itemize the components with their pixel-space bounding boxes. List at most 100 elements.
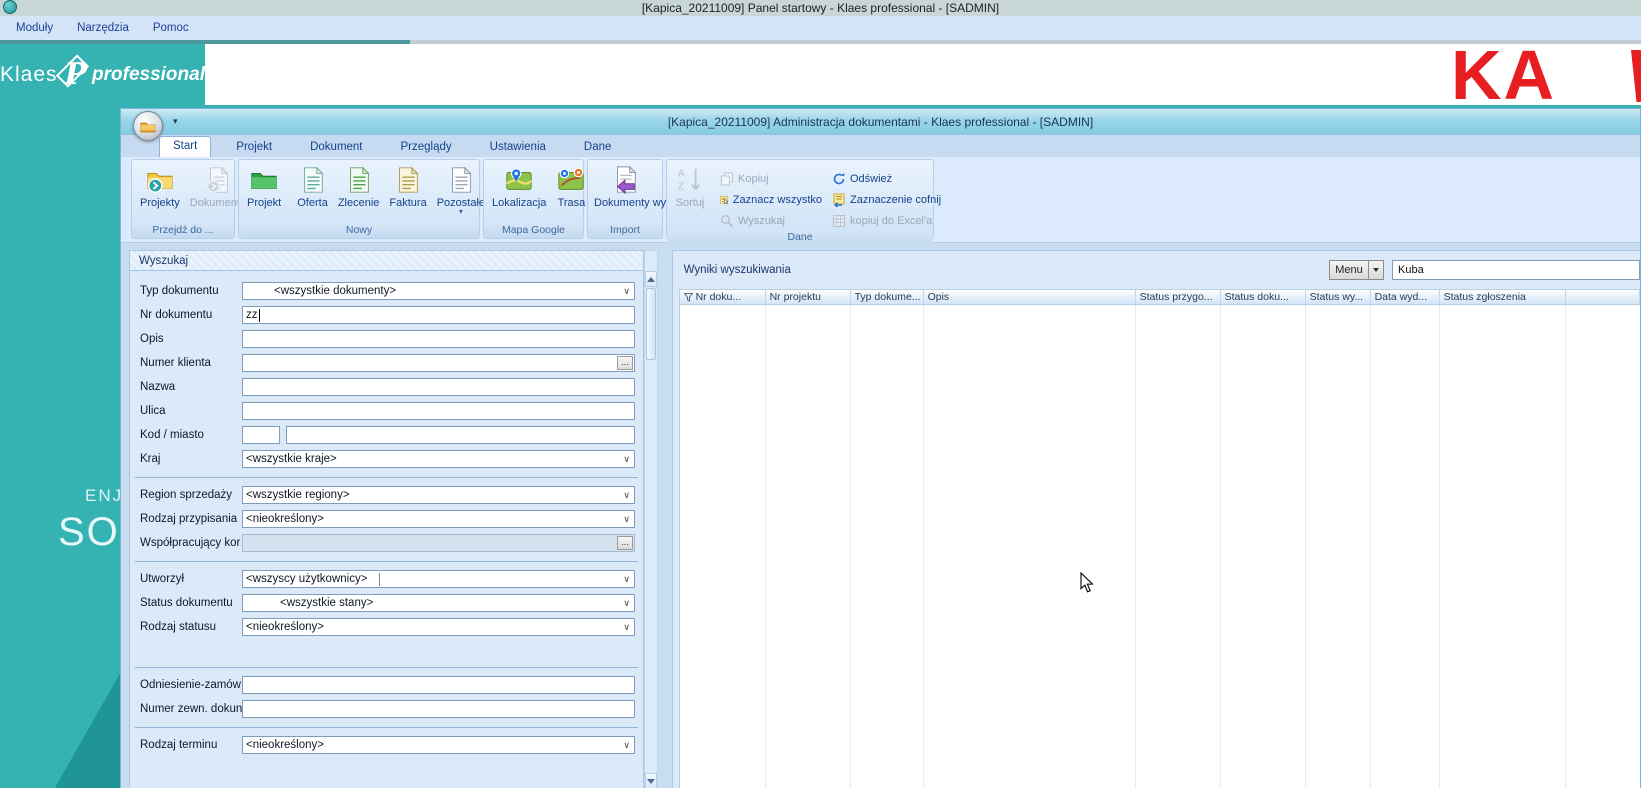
group-label-nowy: Nowy bbox=[239, 224, 479, 238]
doc-window-body: Wyszukaj Typ dokumentu <wszystkie dokume… bbox=[121, 244, 1640, 788]
trasa-button[interactable]: Trasa bbox=[551, 163, 591, 209]
svg-text:A: A bbox=[678, 168, 685, 179]
column-header-status-przygotowania[interactable]: Status przygo... bbox=[1136, 290, 1221, 304]
application-orb-button[interactable] bbox=[133, 111, 163, 141]
folder-new-icon bbox=[249, 165, 279, 195]
field-rodzaj-przypisania: Rodzaj przypisania <nieokreślony> ∨ bbox=[130, 507, 643, 531]
rodzaj-terminu-select[interactable]: <nieokreślony> ∨ bbox=[242, 736, 635, 754]
results-grid-body[interactable] bbox=[680, 305, 1640, 788]
document-icon bbox=[203, 165, 233, 195]
column-header-nr-dokumentu[interactable]: Nr doku... bbox=[680, 290, 766, 304]
column-header-data-wydania[interactable]: Data wyd... bbox=[1371, 290, 1440, 304]
tab-projekt[interactable]: Projekt bbox=[223, 138, 285, 157]
numer-klienta-input[interactable]: ... bbox=[242, 354, 635, 372]
field-wspolpracujacy: Współpracujący kor ... bbox=[130, 531, 643, 555]
zaznaczenie-cofnij-button[interactable]: Zaznaczenie cofnij bbox=[828, 189, 947, 210]
miasto-input[interactable] bbox=[286, 426, 635, 444]
doc-order-icon bbox=[344, 165, 374, 195]
scroll-down-button[interactable] bbox=[645, 773, 657, 788]
chevron-down-icon: ∨ bbox=[623, 622, 630, 633]
kopiuj-button: Kopiuj bbox=[716, 168, 828, 189]
pozostale-dropdown-icon[interactable]: ▾ bbox=[459, 209, 463, 215]
odniesienie-input[interactable] bbox=[242, 676, 635, 694]
numer-klienta-browse-button[interactable]: ... bbox=[617, 356, 633, 370]
kod-input[interactable] bbox=[242, 426, 280, 444]
chevron-down-icon: ∨ bbox=[623, 598, 630, 609]
ribbon-group-mapa-google: Lokalizacja Trasa Mapa bbox=[483, 159, 584, 239]
status-dokumentu-select[interactable]: <wszystkie stany> ∨ bbox=[242, 594, 635, 612]
projekty-button[interactable]: Projekty bbox=[135, 163, 185, 209]
klaes-logo: Klaes P professional bbox=[0, 44, 205, 105]
column-header-filler bbox=[1566, 290, 1640, 304]
typ-dokumentu-select[interactable]: <wszystkie dokumenty> ∨ bbox=[242, 282, 635, 300]
opis-input[interactable] bbox=[242, 330, 635, 348]
column-header-nr-projektu[interactable]: Nr projektu bbox=[766, 290, 851, 304]
map-route-icon bbox=[556, 165, 586, 195]
column-header-status-dokumentu[interactable]: Status doku... bbox=[1221, 290, 1306, 304]
menu-moduly[interactable]: Moduły bbox=[6, 19, 63, 37]
zlecenie-button[interactable]: Zlecenie bbox=[333, 163, 385, 209]
user-filter-input[interactable]: Kuba bbox=[1392, 260, 1640, 280]
column-header-status-zgloszenia[interactable]: Status zgłoszenia bbox=[1440, 290, 1566, 304]
doc-window-titlebar: ▾ [Kapica_20211009] Administracja dokume… bbox=[121, 109, 1640, 135]
kraj-select[interactable]: <wszystkie kraje> ∨ bbox=[242, 450, 635, 468]
numer-zewn-input[interactable] bbox=[242, 700, 635, 718]
ribbon-group-import: Dokumenty wymiany Import bbox=[587, 159, 663, 239]
tab-przeglady[interactable]: Przeglądy bbox=[388, 138, 465, 157]
folder-go-icon bbox=[145, 165, 175, 195]
nr-dokumentu-input[interactable]: zz bbox=[242, 306, 635, 324]
doc-window-title: [Kapica_20211009] Administracja dokument… bbox=[668, 115, 1093, 129]
scroll-up-button[interactable] bbox=[645, 271, 657, 287]
utworzyl-select[interactable]: <wszyscy użytkownicy> ∨ bbox=[242, 570, 635, 588]
chevron-down-icon: ∨ bbox=[623, 514, 630, 525]
zaznacz-wszystko-button[interactable]: Zaznacz wszystko bbox=[716, 189, 828, 210]
wspolpracujacy-browse-button[interactable]: ... bbox=[617, 536, 633, 550]
nazwa-input[interactable] bbox=[242, 378, 635, 396]
region-sprzedazy-select[interactable]: <wszystkie regiony> ∨ bbox=[242, 486, 635, 504]
ulica-input[interactable] bbox=[242, 402, 635, 420]
field-region-sprzedazy: Region sprzedaży <wszystkie regiony> ∨ bbox=[130, 483, 643, 507]
pozostale-button[interactable]: Pozostałe ▾ bbox=[432, 163, 490, 215]
projekt-button[interactable]: Projekt bbox=[242, 163, 286, 209]
menu-button[interactable]: Menu bbox=[1329, 260, 1369, 280]
field-typ-dokumentu: Typ dokumentu <wszystkie dokumenty> ∨ bbox=[130, 279, 643, 303]
menu-dropdown-button[interactable] bbox=[1369, 260, 1384, 280]
rodzaj-statusu-select[interactable]: <nieokreślony> ∨ bbox=[242, 618, 635, 636]
faktura-button[interactable]: Faktura bbox=[384, 163, 431, 209]
menu-narzedzia[interactable]: Narzędzia bbox=[67, 19, 139, 37]
field-utworzyl: Utworzył <wszyscy użytkownicy> ∨ bbox=[130, 567, 643, 591]
field-numer-klienta: Numer klienta ... bbox=[130, 351, 643, 375]
column-header-status-wydania[interactable]: Status wy... bbox=[1306, 290, 1371, 304]
group-label-przejdz-do: Przejdź do ... bbox=[132, 224, 234, 238]
scroll-track[interactable] bbox=[645, 361, 657, 773]
menu-pomoc[interactable]: Pomoc bbox=[143, 19, 199, 37]
scroll-thumb[interactable] bbox=[646, 288, 656, 360]
field-status-dokumentu: Status dokumentu <wszystkie stany> ∨ bbox=[130, 591, 643, 615]
chevron-down-icon: ∨ bbox=[623, 490, 630, 501]
map-pin-icon bbox=[504, 165, 534, 195]
lokalizacja-button[interactable]: Lokalizacja bbox=[487, 163, 551, 209]
results-grid: Nr doku... Nr projektu Typ dokume... Opi… bbox=[679, 289, 1640, 788]
screen: [Kapica_20211009] Panel startowy - Klaes… bbox=[0, 0, 1641, 788]
rodzaj-przypisania-select[interactable]: <nieokreślony> ∨ bbox=[242, 510, 635, 528]
chevron-down-icon: ∨ bbox=[623, 574, 630, 585]
column-header-typ-dokumentu[interactable]: Typ dokume... bbox=[851, 290, 924, 304]
results-panel: Wyniki wyszukiwania Menu Kuba Nr doku.. bbox=[672, 250, 1640, 788]
tab-dane[interactable]: Dane bbox=[571, 138, 625, 157]
search-panel-scrollbar[interactable] bbox=[644, 250, 658, 788]
tab-ustawienia[interactable]: Ustawienia bbox=[477, 138, 559, 157]
search-panel: Wyszukaj Typ dokumentu <wszystkie dokume… bbox=[129, 250, 644, 788]
quick-access-arrow-icon[interactable]: ▾ bbox=[173, 116, 178, 127]
tab-dokument[interactable]: Dokument bbox=[297, 138, 375, 157]
field-rodzaj-terminu: Rodzaj terminu <nieokreślony> ∨ bbox=[130, 733, 643, 757]
odswiez-button[interactable]: Odśwież bbox=[828, 168, 947, 189]
column-header-opis[interactable]: Opis bbox=[924, 290, 1136, 304]
results-header: Wyniki wyszukiwania Menu Kuba bbox=[673, 251, 1640, 289]
doc-offer-icon bbox=[298, 165, 328, 195]
kopiuj-do-excela-button: kopiuj do Excel'a bbox=[828, 210, 947, 231]
group-label-import: Import bbox=[588, 224, 662, 238]
oferta-button[interactable]: Oferta bbox=[292, 163, 333, 209]
dokumenty-wymiany-button[interactable]: Dokumenty wymiany bbox=[589, 163, 661, 209]
tab-start[interactable]: Start bbox=[159, 136, 211, 157]
search-icon bbox=[720, 214, 734, 228]
